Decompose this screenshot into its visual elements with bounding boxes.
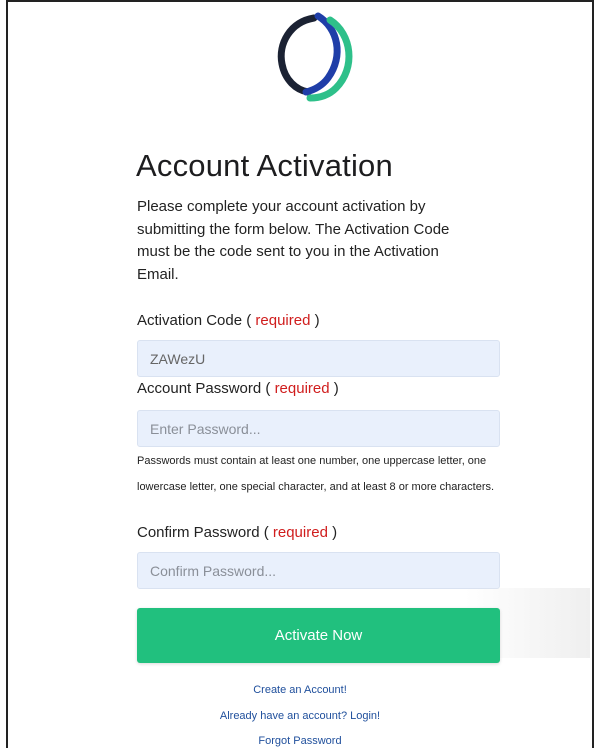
login-link[interactable]: Already have an account? Login! <box>0 710 600 722</box>
account-password-label-end: ) <box>329 380 339 397</box>
activation-code-label: Activation Code ( required ) <box>137 312 320 329</box>
create-account-link[interactable]: Create an Account! <box>0 684 600 696</box>
brand-logo-icon <box>277 12 353 102</box>
confirm-password-label-end: ) <box>327 524 338 541</box>
confirm-password-label: Confirm Password ( required ) <box>137 524 337 541</box>
account-password-label-text: Account Password ( <box>137 380 275 397</box>
activate-now-button[interactable]: Activate Now <box>137 608 500 663</box>
activation-code-input[interactable] <box>137 340 500 377</box>
account-password-label: Account Password ( required ) <box>137 380 339 397</box>
confirm-password-input[interactable] <box>137 552 500 589</box>
required-marker: required <box>274 380 330 397</box>
intro-text: Please complete your account activation … <box>137 198 450 283</box>
page-title: Account Activation <box>136 148 393 183</box>
password-input[interactable] <box>137 410 500 447</box>
password-hint: Passwords must contain at least one numb… <box>137 455 495 493</box>
required-marker: required <box>255 312 311 329</box>
activation-code-label-text: Activation Code ( <box>137 312 256 329</box>
activation-code-label-end: ) <box>310 312 320 329</box>
confirm-password-label-text: Confirm Password ( <box>137 524 273 541</box>
forgot-password-link[interactable]: Forgot Password <box>0 735 600 747</box>
required-marker: required <box>272 524 328 541</box>
